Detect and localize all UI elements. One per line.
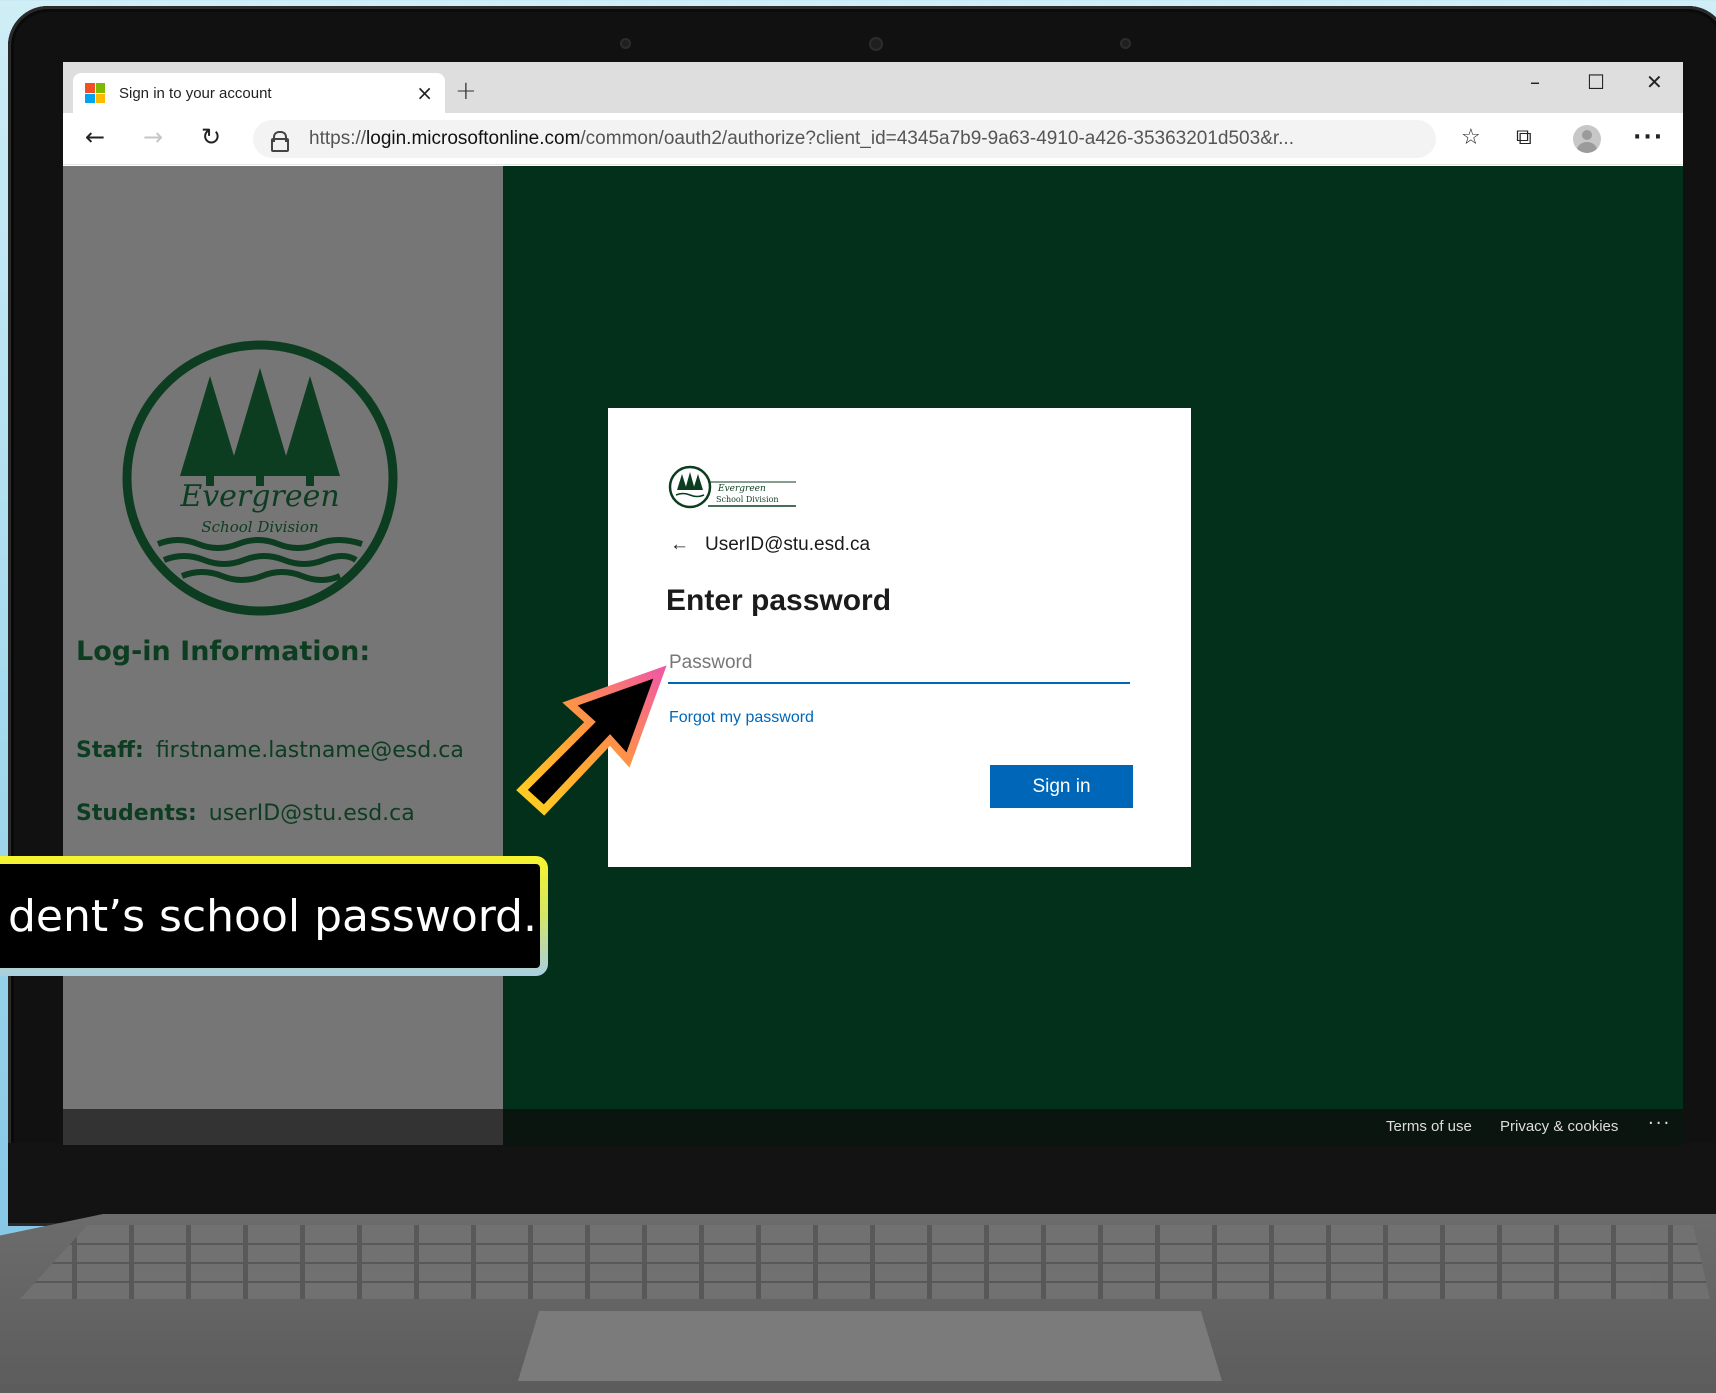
- forward-button[interactable]: →: [143, 123, 163, 151]
- browser-tab[interactable]: Sign in to your account ×: [73, 73, 445, 113]
- key-row-divider: [20, 1281, 1710, 1283]
- staff-info: Staff: firstname.lastname@esd.ca: [76, 738, 464, 763]
- caption-text: dent’s school password.: [8, 890, 537, 942]
- more-icon[interactable]: ···: [1633, 125, 1664, 150]
- camera-dot: [620, 38, 631, 49]
- card-logo: Evergreen School Division: [668, 465, 796, 509]
- lock-icon: [271, 130, 289, 152]
- tab-close-icon[interactable]: ×: [416, 81, 433, 105]
- terms-of-use-link[interactable]: Terms of use: [1386, 1118, 1472, 1135]
- browser-window: Sign in to your account × + – ☐ ✕ ← → ↻ …: [63, 62, 1683, 1145]
- favorites-icon[interactable]: ☆: [1461, 125, 1481, 150]
- microsoft-logo-icon: [85, 83, 105, 103]
- students-format: userID@stu.esd.ca: [208, 801, 415, 826]
- back-button[interactable]: ←: [85, 123, 105, 151]
- footer-left-strip: [63, 1109, 503, 1145]
- key-row-divider: [20, 1243, 1710, 1245]
- camera-dot: [1120, 38, 1131, 49]
- key-row-divider: [20, 1262, 1710, 1264]
- url-text[interactable]: https://login.microsoftonline.com/common…: [309, 128, 1294, 150]
- maximize-button[interactable]: ☐: [1587, 70, 1605, 94]
- evergreen-logo: Evergreen School Division: [122, 340, 398, 616]
- trackpad: [518, 1311, 1222, 1381]
- svg-text:Evergreen: Evergreen: [717, 484, 766, 494]
- laptop-bezel: [8, 1143, 1716, 1223]
- page-content: Evergreen School Division Log-in Informa…: [63, 166, 1683, 1145]
- keyboard: [20, 1225, 1710, 1299]
- minimize-button[interactable]: –: [1530, 70, 1540, 94]
- forgot-password-link[interactable]: Forgot my password: [669, 709, 814, 727]
- tab-title: Sign in to your account: [119, 84, 272, 102]
- footer-more-icon[interactable]: ···: [1648, 1113, 1671, 1134]
- profile-icon[interactable]: [1573, 125, 1601, 153]
- password-input[interactable]: [668, 644, 1130, 684]
- pointer-arrow-icon: [516, 665, 667, 816]
- camera-lens: [869, 37, 883, 51]
- staff-label: Staff:: [76, 738, 144, 763]
- sign-in-button[interactable]: Sign in: [990, 765, 1133, 808]
- logo-text: Evergreen: [179, 479, 339, 514]
- address-bar[interactable]: https://login.microsoftonline.com/common…: [253, 120, 1436, 158]
- students-info: Students: userID@stu.esd.ca: [76, 801, 415, 826]
- refresh-button[interactable]: ↻: [201, 123, 221, 151]
- back-arrow-icon[interactable]: ←: [670, 534, 689, 556]
- privacy-cookies-link[interactable]: Privacy & cookies: [1500, 1118, 1618, 1135]
- info-panel: Evergreen School Division Log-in Informa…: [63, 166, 503, 1145]
- identity-row: ← UserID@stu.esd.ca: [670, 534, 870, 556]
- page-footer: Terms of use Privacy & cookies ···: [63, 1109, 1683, 1145]
- collections-icon[interactable]: ⧉: [1516, 125, 1532, 150]
- new-tab-button[interactable]: +: [455, 76, 477, 106]
- students-label: Students:: [76, 801, 197, 826]
- signin-card: Evergreen School Division ← UserID@stu.e…: [608, 408, 1191, 867]
- tutorial-caption: dent’s school password.: [0, 856, 548, 976]
- svg-text:School Division: School Division: [716, 495, 779, 504]
- browser-toolbar: ← → ↻ https://login.microsoftonline.com/…: [63, 113, 1683, 165]
- identity-text: UserID@stu.esd.ca: [705, 534, 871, 555]
- tab-strip: Sign in to your account × + – ☐ ✕: [63, 62, 1683, 113]
- login-info-heading: Log-in Information:: [76, 636, 371, 667]
- close-window-button[interactable]: ✕: [1646, 70, 1663, 94]
- staff-format: firstname.lastname@esd.ca: [155, 738, 464, 763]
- logo-subtext: School Division: [201, 518, 318, 536]
- page-title: Enter password: [666, 584, 892, 617]
